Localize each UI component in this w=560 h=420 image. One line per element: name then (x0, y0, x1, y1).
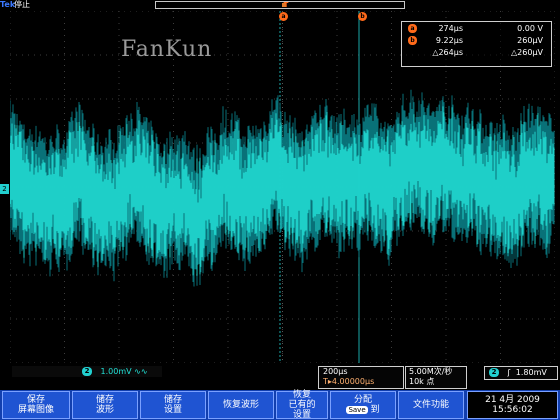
time-label: 15:56:02 (492, 405, 533, 415)
softkey-save-screen-image[interactable]: 保存 屏幕图像 (2, 391, 70, 419)
channel-2-chip: 2 (82, 367, 92, 376)
sample-rate: 5.00M次/秒 (409, 367, 453, 376)
channel-2-scale-box[interactable]: 2 1.00mV ∿∿ (12, 366, 162, 377)
brand-logo: Tek (0, 0, 16, 9)
record-length-bar[interactable] (155, 1, 405, 9)
cursor-readout-panel: a 274µs 0.00 V b 9.22µs 260µV △264µs △26… (401, 21, 552, 67)
softkey-assign-save[interactable]: 分配 Save 到 (330, 391, 396, 419)
delta-voltage: △260µV (511, 48, 543, 57)
run-state-label: 停止 (14, 0, 30, 9)
cursor-b-time: 9.22µs (435, 36, 463, 45)
softkey-save-waveform[interactable]: 储存 波形 (72, 391, 138, 419)
time-per-div: 200µs (323, 367, 348, 376)
cursor-b-icon: b (408, 36, 417, 45)
datetime-display: 21 4月 2009 15:56:02 (467, 391, 558, 419)
readout-row-delta: △264µs △260µV (402, 48, 551, 58)
save-key-icon: Save (346, 406, 368, 414)
channel-2-ground-marker[interactable]: 2 (0, 184, 9, 194)
softkey-file-utilities[interactable]: 文件功能 (398, 391, 464, 419)
record-points: 10k 点 (409, 377, 435, 386)
cursor-a-icon: a (408, 24, 417, 33)
cursor-b-marker[interactable]: b (358, 12, 367, 21)
acquisition-box[interactable]: 5.00M次/秒 10k 点 (405, 366, 467, 389)
watermark-text: FanKun (121, 37, 213, 62)
date-label: 21 4月 2009 (485, 395, 540, 405)
softkey-recall-setup[interactable]: 恢复 已有的 设置 (276, 390, 328, 420)
softkey-save-setup[interactable]: 储存 设置 (140, 391, 206, 419)
cursor-b-voltage: 260µV (517, 36, 543, 45)
trigger-source-chip: 2 (489, 368, 499, 377)
trigger-box[interactable]: 2 ʃ 1.80mV (484, 366, 558, 380)
coupling-icon: ∿∿ (134, 367, 148, 376)
top-status-bar: Tek 停止 (0, 0, 560, 11)
cursor-a-time: 274µs (438, 24, 463, 33)
cursor-a-voltage: 0.00 V (517, 24, 543, 33)
readout-row-b: b 9.22µs 260µV (402, 36, 551, 46)
readout-row-a: a 274µs 0.00 V (402, 24, 551, 34)
channel-2-scale: 1.00mV (100, 367, 132, 376)
cursor-a-marker[interactable]: a (279, 12, 288, 21)
measurement-status-row: 2 1.00mV ∿∿ 200µs T▸4.00000µs 5.00M次/秒 1… (0, 364, 560, 389)
trigger-position-marker[interactable]: T (282, 1, 290, 9)
timebase-box[interactable]: 200µs T▸4.00000µs (318, 366, 404, 389)
trigger-slope-icon: ʃ (507, 368, 511, 377)
trigger-level: 1.80mV (515, 368, 547, 377)
delta-time: △264µs (432, 48, 463, 57)
softkey-menu-bar: 保存 屏幕图像 储存 波形 储存 设置 恢复波形 恢复 已有的 设置 分配 Save 到 … (0, 390, 560, 420)
softkey-recall-waveform[interactable]: 恢复波形 (208, 391, 274, 419)
trigger-position: T▸4.00000µs (323, 377, 375, 386)
